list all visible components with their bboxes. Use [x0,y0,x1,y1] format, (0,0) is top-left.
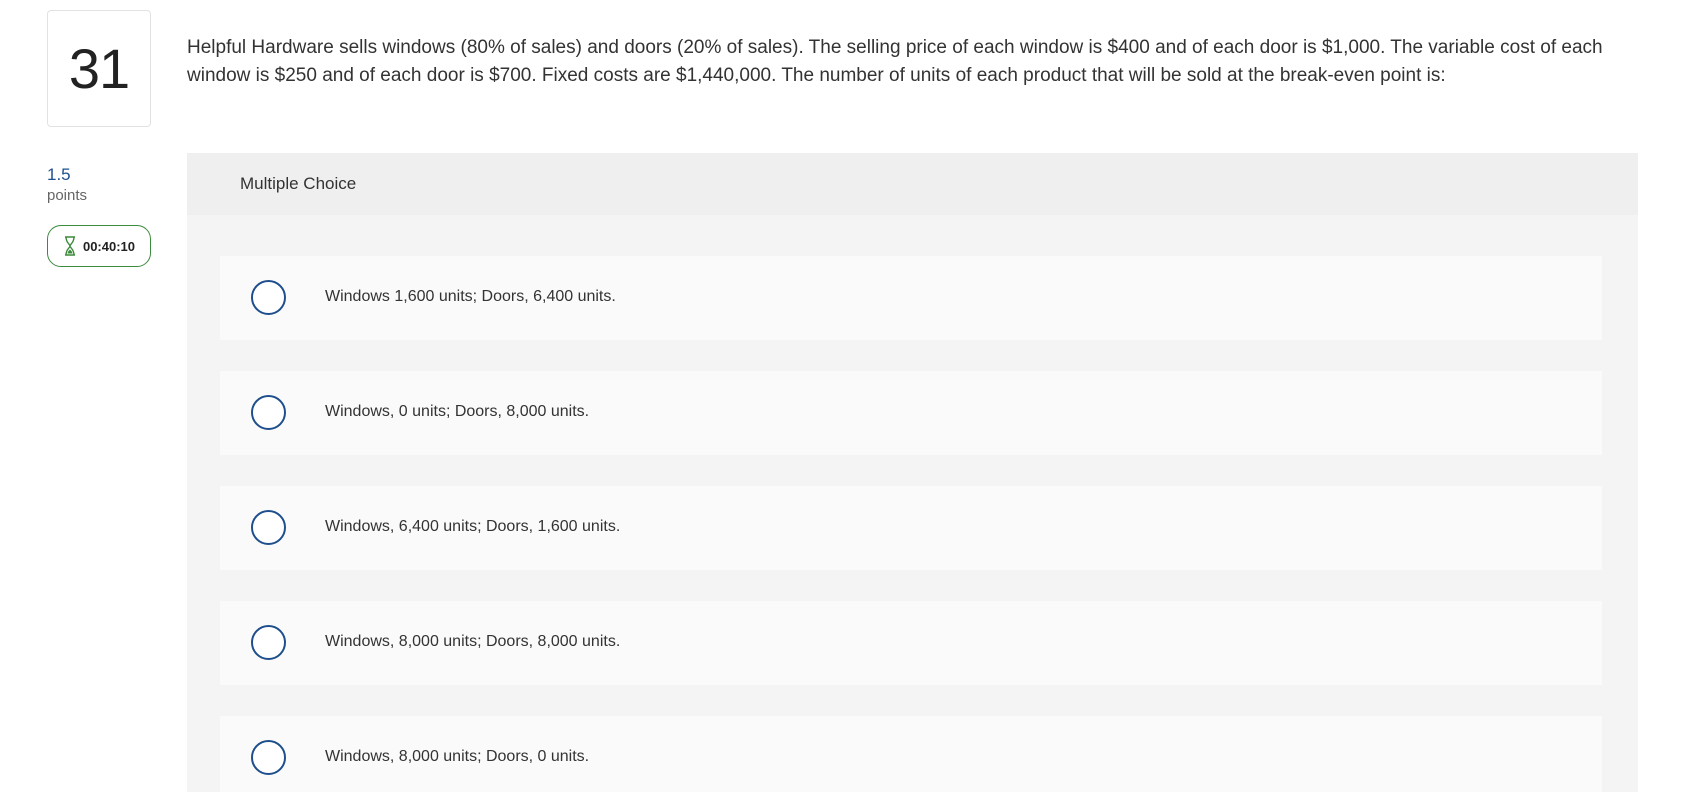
question-page: 31 1.5 points 00:40:10 Helpful Hardware … [0,0,1690,792]
points-label: points [47,187,88,204]
radio-button-icon[interactable] [251,625,286,660]
panel-title: Multiple Choice [240,174,357,193]
points-value: 1.5 [47,165,71,184]
answer-option-label: Windows, 8,000 units; Doors, 0 units. [325,748,590,765]
timer-text: 00:40:10 [82,238,136,254]
radio-button-icon[interactable] [251,395,286,430]
timer-badge[interactable]: 00:40:10 [47,225,151,267]
answer-option-5[interactable]: Windows, 8,000 units; Doors, 0 units. [220,716,1602,792]
answer-option-label: Windows, 6,400 units; Doors, 1,600 units… [325,518,621,535]
radio-button-icon[interactable] [251,740,286,775]
panel-header: Multiple Choice [187,153,1638,215]
answer-option-label: Windows, 0 units; Doors, 8,000 units. [325,403,590,420]
answer-option-3[interactable]: Windows, 6,400 units; Doors, 1,600 units… [220,486,1602,570]
radio-button-icon[interactable] [251,280,286,315]
answer-option-4[interactable]: Windows, 8,000 units; Doors, 8,000 units… [220,601,1602,685]
radio-button-icon[interactable] [251,510,286,545]
answer-option-label: Windows 1,600 units; Doors, 6,400 units. [325,288,616,305]
multiple-choice-panel: Multiple Choice Windows 1,600 units; Doo… [187,153,1638,792]
answer-option-2[interactable]: Windows, 0 units; Doors, 8,000 units. [220,371,1602,455]
answer-option-label: Windows, 8,000 units; Doors, 8,000 units… [325,633,621,650]
hourglass-icon [63,236,77,256]
question-number: 31 [47,10,151,127]
question-text: Helpful Hardware sells windows (80% of s… [187,37,1603,86]
answer-option-1[interactable]: Windows 1,600 units; Doors, 6,400 units. [220,256,1602,340]
